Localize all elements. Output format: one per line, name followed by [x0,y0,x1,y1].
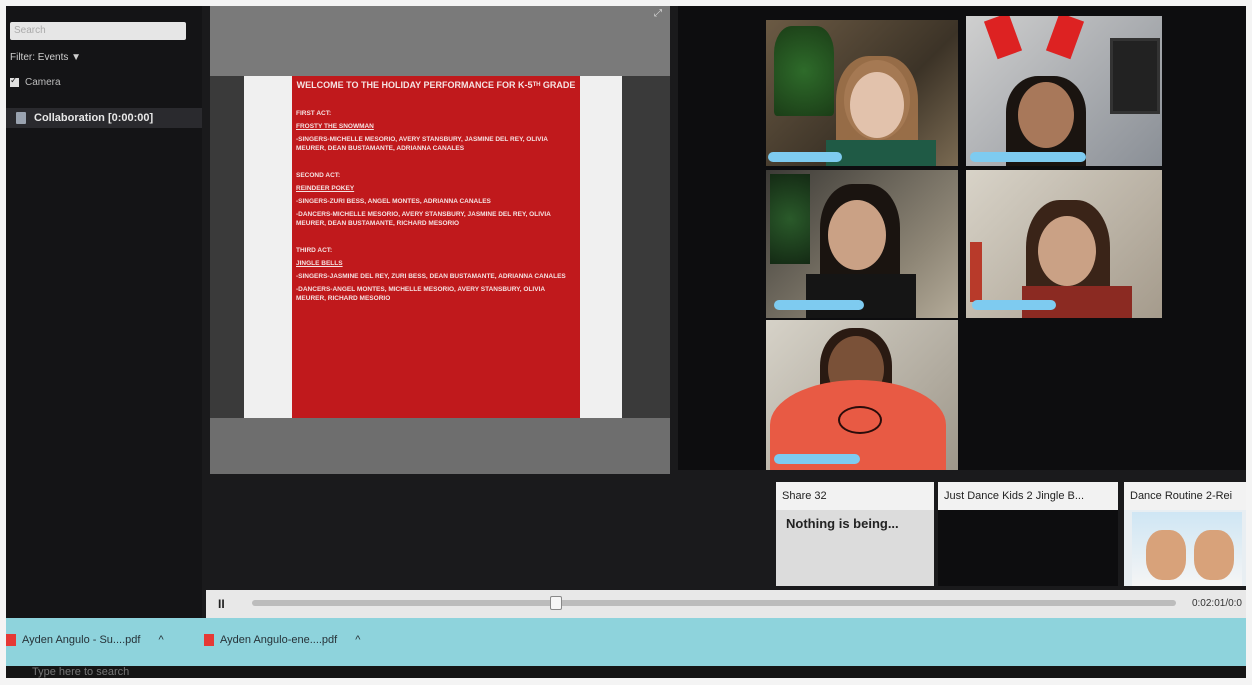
share-status: Nothing is being... [786,516,899,531]
share-title: Dance Routine 2-Rei [1124,482,1246,510]
camera-label: Camera [25,77,61,88]
pause-icon[interactable]: II [218,597,225,611]
share-title: Share 32 [776,482,934,510]
share-pod: ⤢ WELCOME TO THE HOLIDAY PERFORMANCE FOR… [210,6,670,474]
song-title: JINGLE BELLS [296,260,343,267]
seek-handle[interactable] [550,596,562,610]
camera-toggle[interactable]: Camera [10,75,61,88]
search-input[interactable]: Search [10,22,186,40]
performers: -DANCERS-MICHELLE MESORIO, AVERY STANSBU… [296,211,551,227]
pdf-icon [204,634,214,646]
document-icon [16,112,26,124]
checkbox-icon[interactable] [10,75,19,87]
taskbar-search[interactable]: Type here to search [32,666,129,678]
share-card[interactable]: Dance Routine 2-Rei [1124,482,1246,586]
performers: -DANCERS-ANGEL MONTES, MICHELLE MESORIO,… [296,286,545,302]
performers: -SINGERS-ZURI BESS, ANGEL MONTES, ADRIAN… [296,198,491,205]
share-card[interactable]: Share 32 Nothing is being... [776,482,934,586]
redaction-mark [774,300,864,310]
video-tile[interactable] [766,320,958,470]
share-title: Just Dance Kids 2 Jingle B... [938,482,1118,510]
pdf-icon [6,634,16,646]
song-title: REINDEER POKEY [296,185,355,192]
act-heading: THIRD ACT: [296,247,333,254]
act-heading: SECOND ACT: [296,172,341,179]
screen: Search Filter: Events ▼ Camera Collabora… [6,6,1246,678]
video-tile[interactable] [966,170,1162,318]
video-tile[interactable] [766,170,958,318]
program-title: WELCOME TO THE HOLIDAY PERFORMANCE FOR K… [296,80,576,90]
playback-time: 0:02:01/0:0 [1191,598,1242,609]
program-page: WELCOME TO THE HOLIDAY PERFORMANCE FOR K… [292,76,580,418]
chevron-up-icon[interactable]: ^ [355,634,360,646]
download-filename: Ayden Angulo - Su....pdf [22,634,141,646]
performers: -SINGERS-MICHELLE MESORIO, AVERY STANSBU… [296,136,548,152]
act-heading: FIRST ACT: [296,110,332,117]
chevron-up-icon[interactable]: ^ [158,634,163,646]
song-title: FROSTY THE SNOWMAN [296,123,374,130]
redaction-mark [768,152,842,162]
playback-bar: II 0:02:01/0:0 [206,590,1246,618]
video-tile[interactable] [966,16,1162,166]
pod-header [210,6,670,76]
shared-document: WELCOME TO THE HOLIDAY PERFORMANCE FOR K… [244,76,622,418]
share-thumbnail [1132,512,1242,586]
performers: -SINGERS-JASMINE DEL REY, ZURI BESS, DEA… [296,273,566,280]
event-panel: Search Filter: Events ▼ Camera Collabora… [6,6,202,618]
taskbar: Type here to search [6,666,1246,678]
redaction-mark [774,454,860,464]
redaction-mark [972,300,1056,310]
pod-footer [210,418,670,474]
expand-icon[interactable]: ⤢ [654,8,662,19]
collaboration-item[interactable]: Collaboration [0:00:00] [6,108,202,128]
download-item[interactable]: Ayden Angulo - Su....pdf ^ [6,634,164,646]
share-card[interactable]: Just Dance Kids 2 Jingle B... [938,482,1118,586]
redaction-mark [970,152,1086,162]
download-bar: Ayden Angulo - Su....pdf ^ Ayden Angulo-… [6,618,1246,666]
download-filename: Ayden Angulo-ene....pdf [220,634,338,646]
video-tile[interactable] [766,20,958,166]
video-pod [678,6,1246,470]
seek-track[interactable] [252,596,1176,610]
collaboration-label: Collaboration [0:00:00] [34,112,154,124]
filter-dropdown[interactable]: Filter: Events ▼ [10,52,81,63]
download-item[interactable]: Ayden Angulo-ene....pdf ^ [204,634,360,646]
